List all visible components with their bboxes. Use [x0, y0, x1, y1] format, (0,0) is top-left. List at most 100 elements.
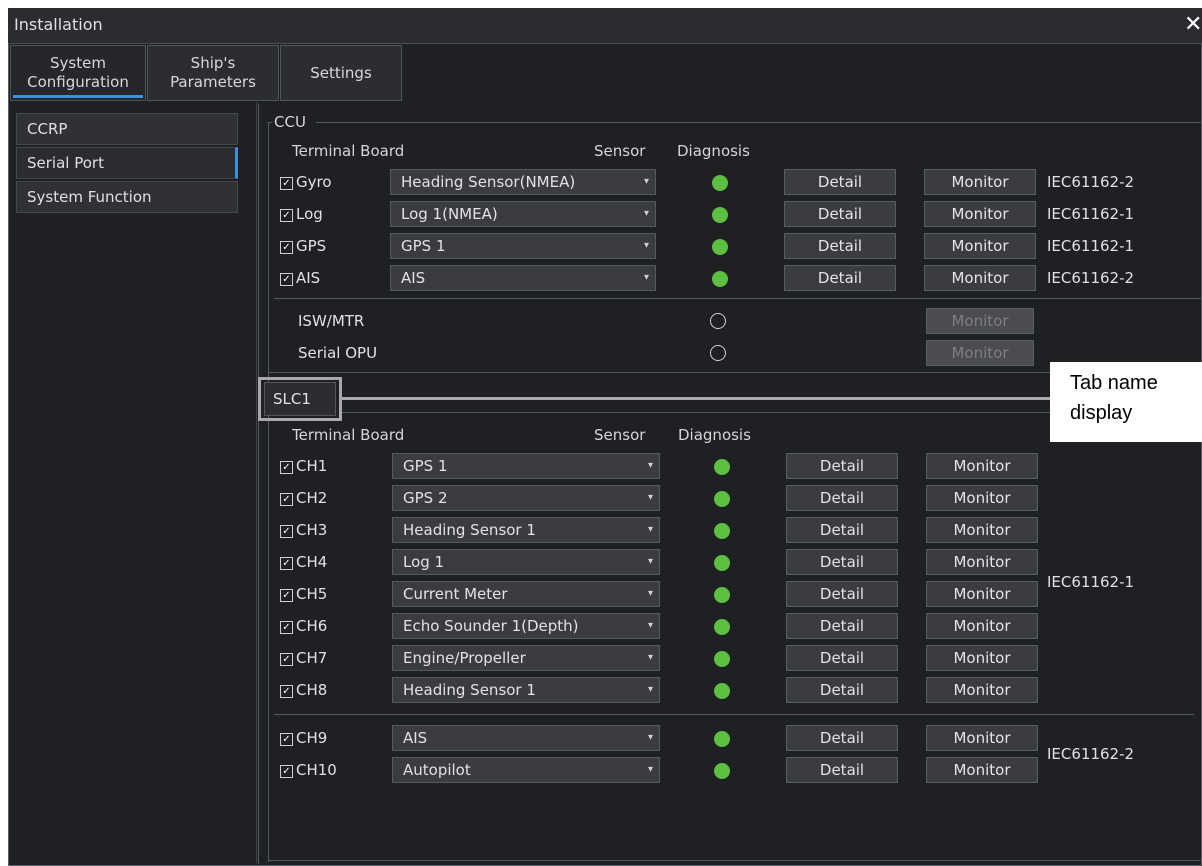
detail-button[interactable]: Detail	[784, 233, 896, 259]
tab-settings[interactable]: Settings	[280, 45, 402, 101]
sensor-select-ch7[interactable]: Engine/Propeller ▾	[392, 645, 660, 671]
terminal-checkbox-ais[interactable]: ✓ AIS	[280, 269, 320, 287]
monitor-button[interactable]: Monitor	[926, 725, 1038, 751]
monitor-button[interactable]: Monitor	[924, 233, 1036, 259]
standard-label: IEC61162-1	[1047, 237, 1135, 255]
monitor-button[interactable]: Monitor	[926, 517, 1038, 543]
diagnosis-indicator-off	[710, 345, 726, 361]
tab-ships-parameters[interactable]: Ship's Parameters	[147, 45, 279, 101]
terminal-label-isw-mtr: ISW/MTR	[298, 312, 365, 330]
terminal-name: CH2	[296, 489, 328, 507]
detail-button[interactable]: Detail	[784, 265, 896, 291]
sensor-select-ais[interactable]: AIS ▾	[390, 265, 656, 291]
checkbox-icon: ✓	[280, 209, 293, 222]
terminal-checkbox-ch3[interactable]: ✓ CH3	[280, 521, 327, 539]
sensor-select-gps[interactable]: GPS 1 ▾	[390, 233, 656, 259]
sensor-select-ch3[interactable]: Heading Sensor 1 ▾	[392, 517, 660, 543]
checkbox-icon: ✓	[280, 589, 293, 602]
detail-button[interactable]: Detail	[786, 645, 898, 671]
monitor-button[interactable]: Monitor	[926, 645, 1038, 671]
diagnosis-indicator	[712, 207, 728, 223]
monitor-button[interactable]: Monitor	[926, 581, 1038, 607]
detail-button[interactable]: Detail	[784, 169, 896, 195]
callout-text-line1: Tab name	[1070, 372, 1158, 394]
monitor-button[interactable]: Monitor	[926, 613, 1038, 639]
monitor-button[interactable]: Monitor	[926, 757, 1038, 783]
column-header-terminal-board: Terminal Board	[292, 426, 405, 444]
terminal-checkbox-ch8[interactable]: ✓ CH8	[280, 681, 327, 699]
monitor-button[interactable]: Monitor	[924, 169, 1036, 195]
terminal-checkbox-ch7[interactable]: ✓ CH7	[280, 649, 327, 667]
sensor-select-gyro[interactable]: Heading Sensor(NMEA) ▾	[390, 169, 656, 195]
diagnosis-indicator	[714, 731, 730, 747]
tab-slc1[interactable]: SLC1	[264, 382, 336, 416]
detail-button[interactable]: Detail	[786, 677, 898, 703]
sidebar-item-ccrp[interactable]: CCRP	[16, 113, 238, 145]
close-icon[interactable]: ✕	[1184, 12, 1202, 37]
sensor-select-ch2[interactable]: GPS 2 ▾	[392, 485, 660, 511]
detail-button[interactable]: Detail	[786, 485, 898, 511]
tab-label-line1: System	[50, 54, 106, 72]
detail-button[interactable]: Detail	[786, 453, 898, 479]
detail-button[interactable]: Detail	[786, 517, 898, 543]
sensor-select-ch6[interactable]: Echo Sounder 1(Depth) ▾	[392, 613, 660, 639]
chevron-down-icon: ▾	[647, 460, 653, 471]
terminal-name: Gyro	[296, 173, 332, 191]
sensor-select-ch9[interactable]: AIS ▾	[392, 725, 660, 751]
sensor-select-ch8[interactable]: Heading Sensor 1 ▾	[392, 677, 660, 703]
terminal-name: AIS	[296, 269, 321, 287]
terminal-checkbox-ch5[interactable]: ✓ CH5	[280, 585, 327, 603]
terminal-name: CH6	[296, 617, 328, 635]
monitor-button[interactable]: Monitor	[926, 453, 1038, 479]
detail-button[interactable]: Detail	[784, 201, 896, 227]
terminal-checkbox-ch9[interactable]: ✓ CH9	[280, 729, 327, 747]
active-tab-indicator	[13, 95, 143, 98]
sensor-select-ch1[interactable]: GPS 1 ▾	[392, 453, 660, 479]
section-divider	[274, 298, 1202, 299]
standard-label: IEC61162-2	[1047, 173, 1135, 191]
monitor-button[interactable]: Monitor	[926, 485, 1038, 511]
sidebar-item-serial-port[interactable]: Serial Port	[16, 147, 238, 179]
terminal-checkbox-ch1[interactable]: ✓ CH1	[280, 457, 327, 475]
diagnosis-indicator	[714, 651, 730, 667]
diagnosis-indicator	[714, 459, 730, 475]
select-value: Log 1	[403, 553, 445, 571]
callout-text-line2: display	[1070, 402, 1133, 424]
detail-button[interactable]: Detail	[786, 725, 898, 751]
checkbox-icon: ✓	[280, 273, 293, 286]
terminal-name: CH8	[296, 681, 328, 699]
terminal-checkbox-ch10[interactable]: ✓ CH10	[280, 761, 337, 779]
sensor-select-ch10[interactable]: Autopilot ▾	[392, 757, 660, 783]
monitor-button[interactable]: Monitor	[926, 549, 1038, 575]
sidebar	[10, 103, 257, 863]
monitor-button[interactable]: Monitor	[924, 265, 1036, 291]
terminal-checkbox-ch2[interactable]: ✓ CH2	[280, 489, 327, 507]
sensor-select-ch4[interactable]: Log 1 ▾	[392, 549, 660, 575]
detail-button[interactable]: Detail	[786, 581, 898, 607]
monitor-button[interactable]: Monitor	[924, 201, 1036, 227]
terminal-checkbox-gyro[interactable]: ✓ Gyro	[280, 173, 332, 191]
sensor-select-ch5[interactable]: Current Meter ▾	[392, 581, 660, 607]
monitor-button[interactable]: Monitor	[926, 677, 1038, 703]
tab-system-configuration[interactable]: System Configuration	[10, 45, 146, 101]
chevron-down-icon: ▾	[647, 620, 653, 631]
detail-button[interactable]: Detail	[786, 549, 898, 575]
callout-tab-name-display: Tab name display	[1050, 362, 1202, 442]
select-value: GPS 2	[403, 489, 448, 507]
terminal-checkbox-log[interactable]: ✓ Log	[280, 205, 323, 223]
detail-button[interactable]: Detail	[786, 757, 898, 783]
sidebar-item-system-function[interactable]: System Function	[16, 181, 238, 213]
sensor-select-log[interactable]: Log 1(NMEA) ▾	[390, 201, 656, 227]
terminal-name: CH10	[296, 761, 337, 779]
terminal-checkbox-ch4[interactable]: ✓ CH4	[280, 553, 327, 571]
checkbox-icon: ✓	[280, 733, 293, 746]
group-border-left	[268, 122, 269, 862]
title-bar	[8, 8, 1202, 44]
select-value: GPS 1	[401, 237, 446, 255]
group-border-bottom	[268, 860, 1202, 861]
terminal-checkbox-ch6[interactable]: ✓ CH6	[280, 617, 327, 635]
chevron-down-icon: ▾	[647, 524, 653, 535]
chevron-down-icon: ▾	[643, 272, 649, 283]
detail-button[interactable]: Detail	[786, 613, 898, 639]
terminal-checkbox-gps[interactable]: ✓ GPS	[280, 237, 326, 255]
